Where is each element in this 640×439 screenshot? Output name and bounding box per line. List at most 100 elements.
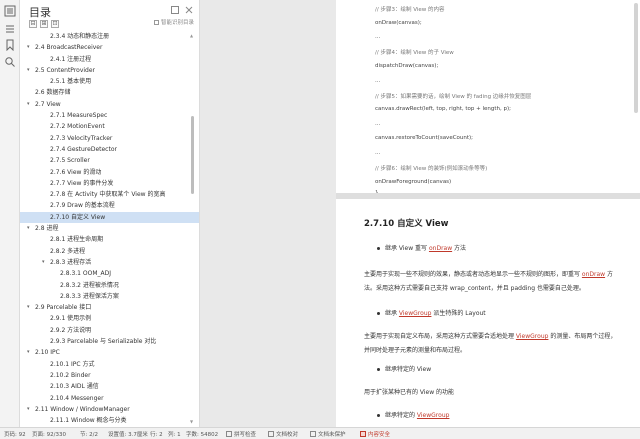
toc-item[interactable]: 2.8.3.2 进程被杀情况	[20, 280, 199, 291]
toc-item[interactable]: 2.7.8 在 Activity 中获取某个 View 的宽高	[20, 189, 199, 200]
toc-item[interactable]: 2.10.1 IPC 方式	[20, 359, 199, 370]
toc-item-label: 2.4 BroadcastReceiver	[35, 44, 103, 52]
toc-item[interactable]: 2.10.3 AIDL 通信	[20, 381, 199, 392]
bullet-item: 继承特定的 ViewGroup	[377, 410, 449, 419]
inline-link: ViewGroup	[398, 310, 432, 317]
code-line: ...	[375, 78, 381, 84]
status-row: 行: 2	[150, 432, 163, 438]
chevron-down-icon[interactable]: ▾	[27, 404, 33, 415]
toc-item[interactable]: 2.7.5 Scroller	[20, 155, 199, 166]
toc-item-label: 2.7.1 MeasureSpec	[50, 112, 108, 120]
outline-icon[interactable]	[4, 23, 16, 35]
toc-item[interactable]: ▾ 2.8.3 进程存活	[20, 257, 199, 268]
spell-check-toggle[interactable]: 拼写检查	[226, 430, 256, 438]
pin-icon[interactable]	[170, 5, 180, 15]
code-line: ...	[375, 34, 381, 40]
toc-item[interactable]: 2.7.3 VelocityTracker	[20, 133, 199, 144]
toc-item[interactable]: ▾ 2.5 ContentProvider	[20, 65, 199, 76]
status-pages[interactable]: 页面: 92/330	[32, 430, 66, 438]
inline-link: onDraw	[428, 245, 453, 252]
toc-item-label: 2.7.5 Scroller	[50, 157, 90, 165]
toc-scroll-down-icon[interactable]: ▼	[190, 419, 193, 424]
toc-item[interactable]: 2.7.9 Draw 的基本流程	[20, 200, 199, 211]
toc-item[interactable]: 2.9.2 方法说明	[20, 325, 199, 336]
toc-item-label: 2.7.9 Draw 的基本流程	[50, 202, 115, 210]
status-section: 节: 2/2	[80, 432, 98, 438]
toc-item[interactable]: 2.8.3.1 OOM_ADJ	[20, 268, 199, 279]
toc-item[interactable]: ▾ 2.9 Parcelable 接口	[20, 302, 199, 313]
toc-scrollbar[interactable]	[191, 116, 194, 194]
toc-item[interactable]: 2.7.1 MeasureSpec	[20, 110, 199, 121]
toc-item[interactable]: 2.10.2 Binder	[20, 370, 199, 381]
smart-toc-icon	[153, 19, 159, 25]
toc-item[interactable]: ▾ 2.4 BroadcastReceiver	[20, 42, 199, 53]
doc-protect-status[interactable]: 文档未保护	[310, 430, 346, 438]
toc-item[interactable]: 2.11.1 Window 概念与分类	[20, 415, 199, 426]
smart-toc-button[interactable]: 智能识别目录	[153, 18, 194, 26]
status-words[interactable]: 字数: 54802	[186, 430, 218, 438]
chevron-down-icon[interactable]: ▾	[27, 99, 33, 110]
inline-link: ViewGroup	[515, 333, 549, 340]
toc-scroll-up-icon[interactable]: ▲	[190, 33, 193, 38]
chevron-down-icon[interactable]: ▾	[27, 347, 33, 358]
inline-link: ViewGroup	[416, 412, 450, 419]
code-comment: // 步骤5：如果需要的话，绘制 View 的 fading 边缘并恢复图层	[375, 94, 532, 100]
toc-panel-icon[interactable]	[4, 5, 16, 17]
code-line: onDrawForeground(canvas)	[375, 179, 452, 185]
toc-item[interactable]: ▾ 2.7 View	[20, 99, 199, 110]
toc-item[interactable]: 2.7.4 GestureDetector	[20, 144, 199, 155]
toc-item-label: 2.9 Parcelable 接口	[35, 304, 92, 312]
toc-item[interactable]: 2.5.1 基本使用	[20, 76, 199, 87]
code-line: canvas.restoreToCount(saveCount);	[375, 135, 474, 141]
expand-all-button[interactable]: ⊞	[40, 20, 48, 28]
toc-item[interactable]: ▾ 2.11 Window / WindowManager	[20, 404, 199, 415]
code-line: canvas.drawRect(left, top, right, top + …	[375, 106, 511, 112]
toc-item[interactable]: 2.4.1 注册过程	[20, 54, 199, 65]
toc-item[interactable]: 2.9.3 Parcelable 与 Serializable 对比	[20, 336, 199, 347]
collapse-all-button[interactable]: ⊟	[29, 20, 37, 28]
toc-item[interactable]: 2.6 数据存储	[20, 87, 199, 98]
paragraph-line: 法。采用这种方式需要自己支持 wrap_content，并且 padding 也…	[364, 285, 585, 292]
toc-item[interactable]: 2.7.7 View 的事件分发	[20, 178, 199, 189]
chevron-down-icon[interactable]: ▾	[42, 257, 48, 268]
toc-item-label: 2.8.3.3 进程保活方案	[60, 292, 119, 300]
toc-item[interactable]: ▾ 2.10 IPC	[20, 347, 199, 358]
content-security-status[interactable]: 内容安全	[360, 430, 390, 438]
page-previous: // 步骤3：绘制 View 的内容 onDraw(canvas);... // 步…	[336, 0, 640, 193]
toc-item[interactable]: 2.3.4 动态和静态注册	[20, 31, 199, 42]
toc-item[interactable]: 2.10.4 Messenger	[20, 393, 199, 404]
chevron-down-icon[interactable]: ▾	[27, 65, 33, 76]
document-area: // 步骤3：绘制 View 的内容 onDraw(canvas);... // 步…	[200, 0, 640, 427]
toc-item-label: 2.7.4 GestureDetector	[50, 145, 117, 153]
checkbox-icon	[268, 431, 274, 437]
toc-item-label: 2.7.3 VelocityTracker	[50, 134, 113, 142]
doc-proof-toggle[interactable]: 文档校对	[268, 430, 298, 438]
bookmark-icon[interactable]	[4, 39, 16, 51]
toc-item-label: 2.8.3 进程存活	[50, 258, 92, 266]
close-icon[interactable]	[184, 5, 194, 15]
document-scrollbar[interactable]	[634, 3, 638, 113]
toc-item[interactable]: 2.8.1 进程生命周期	[20, 234, 199, 245]
level-button[interactable]: ⊡	[51, 20, 59, 28]
toc-item-label: 2.7.7 View 的事件分发	[50, 179, 114, 187]
inline-link: onDraw	[581, 271, 606, 278]
toc-item[interactable]: 2.8.3.3 进程保活方案	[20, 291, 199, 302]
toc-item[interactable]: 2.7.2 MotionEvent	[20, 121, 199, 132]
chevron-down-icon[interactable]: ▾	[27, 302, 33, 313]
toc-item[interactable]: 2.7.10 自定义 View	[20, 211, 199, 224]
search-icon[interactable]	[4, 56, 16, 68]
code-line: ...	[375, 121, 381, 127]
chevron-down-icon[interactable]: ▾	[27, 42, 33, 53]
toc-item-label: 2.7.8 在 Activity 中获取某个 View 的宽高	[50, 191, 166, 199]
left-rail	[0, 0, 20, 427]
section-heading: 2.7.10 自定义 View	[364, 219, 449, 229]
bullet-item: 继承特定的 View	[377, 364, 431, 373]
toc-list: 2.3.4 动态和静态注册 ▾ 2.4 BroadcastReceiver 2.4.1…	[20, 31, 199, 427]
chevron-down-icon[interactable]: ▾	[27, 223, 33, 234]
toc-item[interactable]: 2.9.1 使用示例	[20, 313, 199, 324]
page-current: 2.7.10 自定义 View 继承 View 重写 onDraw 方法 主要用…	[336, 199, 640, 427]
toc-item[interactable]: 2.8.2 多进程	[20, 246, 199, 257]
toc-item[interactable]: ▾ 2.8 进程	[20, 223, 199, 234]
toc-item[interactable]: 2.7.6 View 的滑动	[20, 167, 199, 178]
toc-item-label: 2.10.2 Binder	[50, 371, 91, 379]
